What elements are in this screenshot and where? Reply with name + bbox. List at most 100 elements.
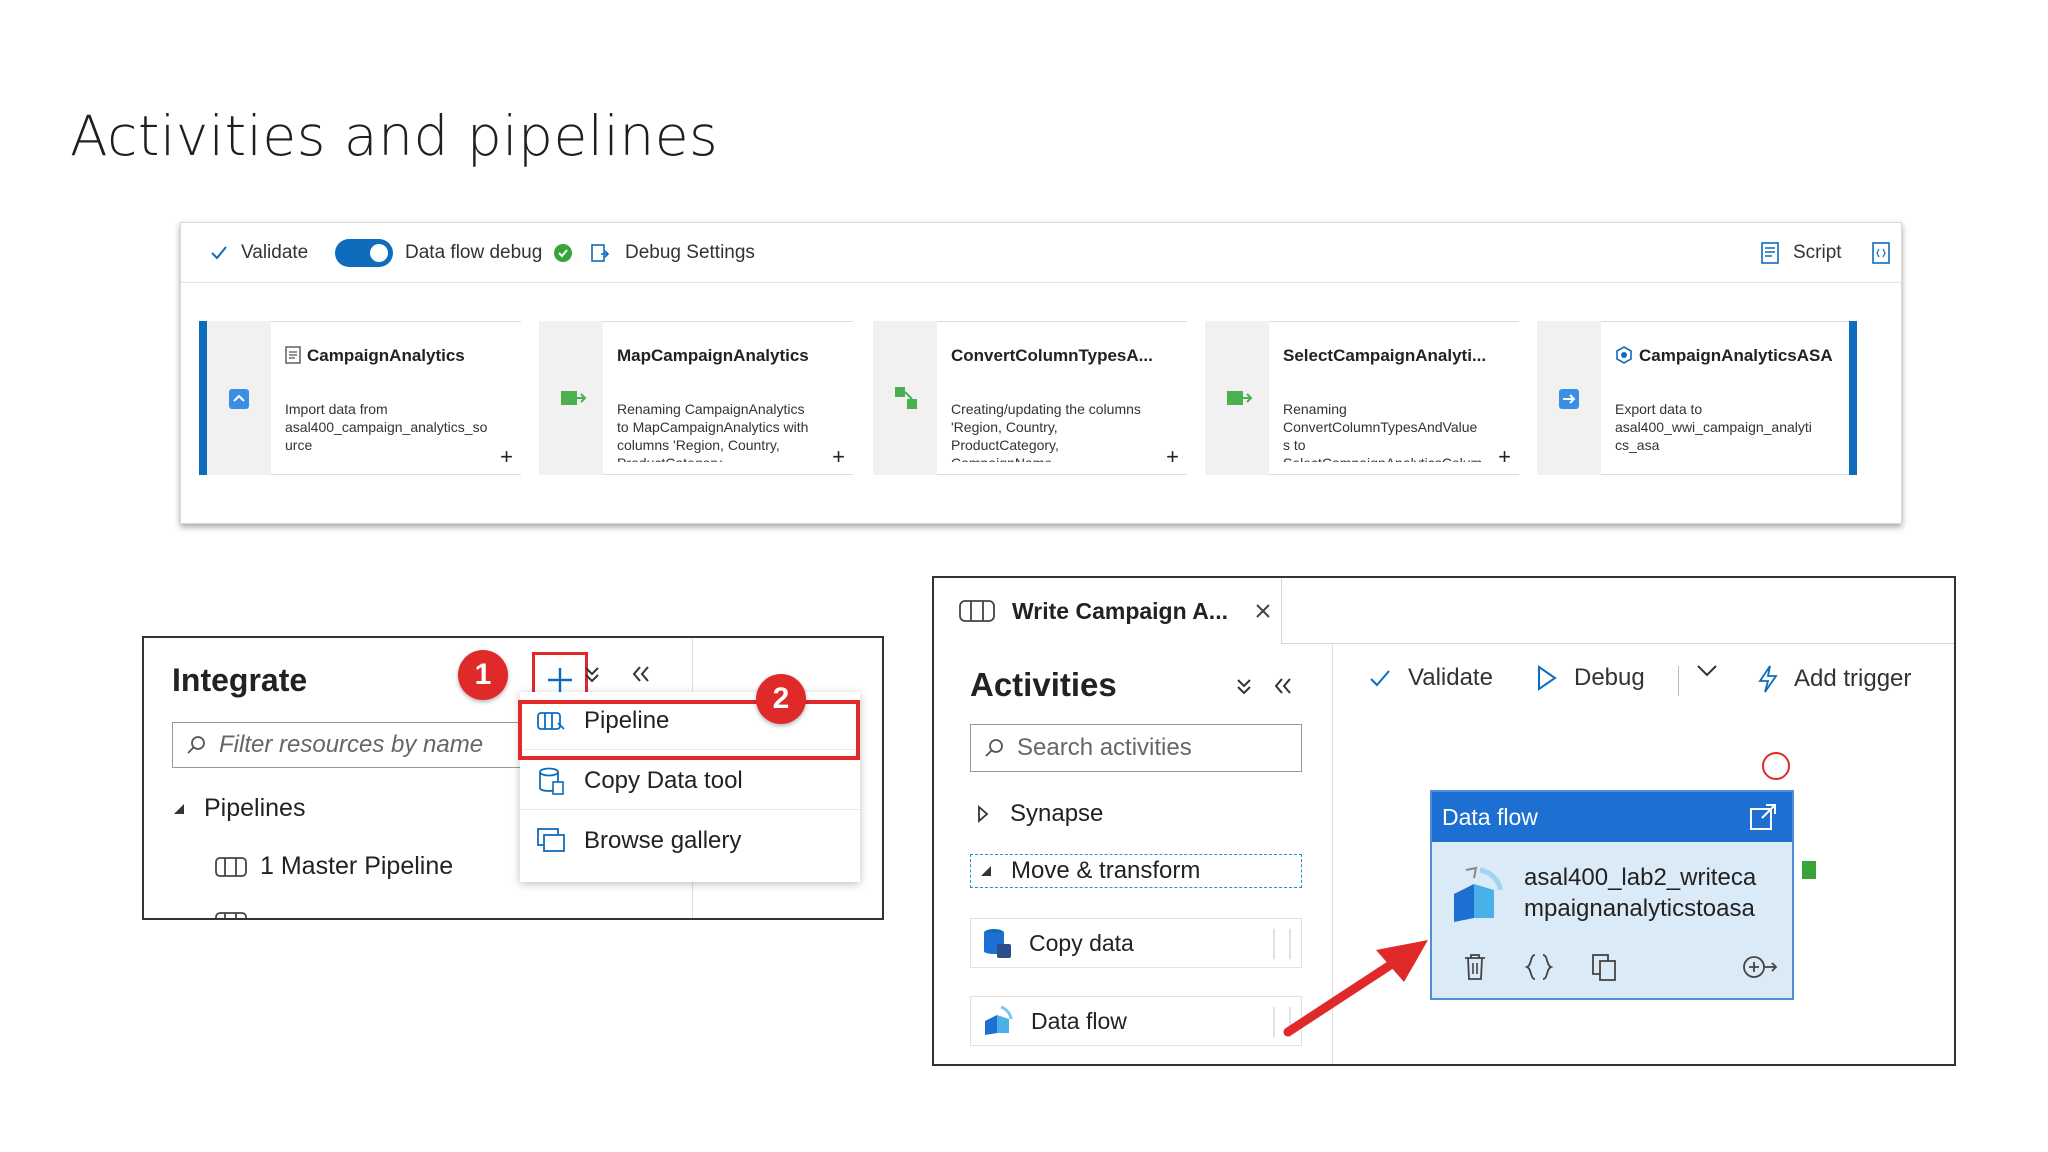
script-button[interactable]: Script bbox=[1759, 241, 1842, 265]
stage-icon-column bbox=[873, 321, 937, 475]
derived-column-icon bbox=[561, 391, 587, 405]
debug-label: Debug bbox=[1574, 664, 1645, 691]
red-pointer-arrow bbox=[1283, 940, 1428, 1037]
filter-placeholder: Filter resources by name bbox=[219, 731, 484, 758]
caret-right-icon bbox=[978, 805, 989, 823]
pipelines-group-header[interactable]: Pipelines bbox=[172, 794, 305, 823]
add-output-icon[interactable] bbox=[1740, 952, 1780, 982]
add-trigger-button[interactable]: Add trigger bbox=[1756, 664, 1911, 694]
collapse-activities-button[interactable] bbox=[1272, 676, 1294, 701]
chevron-down-icon bbox=[1697, 665, 1717, 677]
group-move-transform[interactable]: Move & transform bbox=[970, 854, 1302, 888]
checkmark-icon bbox=[1370, 670, 1390, 687]
card-tools bbox=[1462, 952, 1780, 982]
stage-icon-column bbox=[207, 321, 271, 475]
stage-campaign-analytics-asa[interactable]: CampaignAnalyticsASA Export data to asal… bbox=[1601, 321, 1851, 475]
menu-item-label: Browse gallery bbox=[584, 827, 742, 854]
filter-resources-input[interactable]: Filter resources by name bbox=[172, 722, 534, 768]
validate-button[interactable]: Validate bbox=[209, 241, 308, 265]
tab-strip-line bbox=[1282, 643, 1954, 644]
pipeline-item-master[interactable]: 1 Master Pipeline bbox=[214, 852, 453, 881]
document-icon bbox=[285, 346, 301, 364]
data-flow-debug-toggle[interactable]: Data flow debug bbox=[335, 239, 573, 267]
status-check-icon bbox=[554, 244, 573, 262]
menu-item-browse-gallery[interactable]: Browse gallery bbox=[520, 812, 860, 870]
expand-all-button[interactable] bbox=[582, 664, 602, 691]
stage-description: Creating/updating the columns 'Region, C… bbox=[951, 401, 1141, 462]
copy-icon[interactable] bbox=[1590, 952, 1618, 982]
stage-description: Renaming ConvertColumnTypesAndValue s to… bbox=[1283, 401, 1482, 462]
slide-title: Activities and pipelines bbox=[70, 104, 719, 168]
synapse-icon bbox=[1616, 346, 1632, 364]
pipeline-item-label: 1 Master Pipeline bbox=[260, 852, 454, 880]
menu-item-label: Copy Data tool bbox=[584, 766, 743, 794]
stage-title: ConvertColumnTypesA... bbox=[951, 346, 1153, 365]
data-flow-activity-card[interactable]: Data flow asal400_lab2_writecampaignanal… bbox=[1430, 790, 1794, 1000]
code-braces-icon[interactable] bbox=[1524, 952, 1554, 982]
success-output-port[interactable] bbox=[1802, 861, 1816, 879]
code-view-button[interactable] bbox=[1871, 241, 1891, 265]
integrate-title: Integrate bbox=[172, 662, 308, 698]
group-synapse[interactable]: Synapse bbox=[976, 800, 1103, 828]
flow-start-bar bbox=[199, 321, 207, 475]
search-activities-input[interactable]: Search activities bbox=[970, 724, 1302, 772]
pipeline-validate-button[interactable]: Validate bbox=[1368, 664, 1493, 692]
copy-data-icon bbox=[984, 929, 1011, 958]
source-icon bbox=[229, 389, 249, 409]
select-icon bbox=[1227, 391, 1253, 405]
copy-data-icon bbox=[536, 766, 566, 796]
step-badge-2: 2 bbox=[756, 674, 806, 724]
stage-title: CampaignAnalytics bbox=[285, 346, 465, 366]
card-header: Data flow bbox=[1432, 792, 1792, 842]
data-flow-icon bbox=[1454, 866, 1503, 922]
pipeline-tab[interactable]: Write Campaign A... bbox=[934, 578, 1282, 644]
debug-options-dropdown[interactable] bbox=[1696, 664, 1718, 678]
add-transform-button[interactable]: + bbox=[500, 444, 513, 470]
stage-campaign-analytics[interactable]: CampaignAnalytics Import data from asal4… bbox=[271, 321, 521, 475]
double-chevron-down-icon bbox=[585, 667, 599, 683]
caret-down-icon bbox=[981, 866, 991, 876]
gallery-icon bbox=[536, 826, 566, 856]
stage-select-campaign-analytics[interactable]: SelectCampaignAnalyti... Renaming Conver… bbox=[1269, 321, 1519, 475]
play-icon bbox=[1538, 665, 1557, 691]
pipeline-editor-panel: Write Campaign A... Activities Search ac… bbox=[932, 576, 1956, 1066]
search-icon bbox=[985, 739, 1003, 757]
add-transform-button[interactable]: + bbox=[1498, 444, 1511, 470]
group-label: Move & transform bbox=[1011, 857, 1201, 884]
stage-icon-column bbox=[1537, 321, 1601, 475]
close-icon[interactable] bbox=[1254, 602, 1272, 620]
expand-all-activities-button[interactable] bbox=[1234, 676, 1254, 703]
add-transform-button[interactable]: + bbox=[832, 444, 845, 470]
search-icon bbox=[187, 736, 205, 754]
debug-label: Data flow debug bbox=[405, 242, 543, 263]
open-external-icon[interactable] bbox=[1748, 802, 1778, 832]
stage-description: Export data to asal400_wwi_campaign_anal… bbox=[1615, 401, 1812, 453]
pipeline-icon bbox=[215, 912, 247, 918]
debug-button[interactable]: Debug bbox=[1536, 664, 1645, 692]
stage-icon-column bbox=[1205, 321, 1269, 475]
data-flow-icon bbox=[985, 1005, 1013, 1035]
stage-convert-column-types[interactable]: ConvertColumnTypesA... Creating/updating… bbox=[937, 321, 1187, 475]
menu-item-copy-data-tool[interactable]: Copy Data tool bbox=[520, 752, 860, 810]
toggle-switch[interactable] bbox=[335, 239, 393, 267]
pipeline-highlight-box bbox=[518, 700, 860, 760]
debug-settings-label: Debug Settings bbox=[625, 242, 755, 263]
add-transform-button[interactable]: + bbox=[1166, 444, 1179, 470]
group-label: Synapse bbox=[1010, 800, 1104, 827]
activity-label: Copy data bbox=[1029, 929, 1134, 956]
stage-title: SelectCampaignAnalyti... bbox=[1283, 346, 1487, 365]
add-trigger-label: Add trigger bbox=[1794, 665, 1912, 692]
double-chevron-left-icon bbox=[632, 666, 649, 682]
debug-settings-icon bbox=[591, 244, 610, 262]
stage-map-campaign-analytics[interactable]: MapCampaignAnalytics Renaming CampaignAn… bbox=[603, 321, 853, 475]
checkmark-icon bbox=[211, 246, 227, 260]
validate-label: Validate bbox=[1408, 664, 1493, 691]
stage-description: Import data from asal400_campaign_analyt… bbox=[285, 401, 488, 453]
collapse-panel-button[interactable] bbox=[630, 664, 652, 689]
debug-settings-button[interactable]: Debug Settings bbox=[589, 241, 755, 265]
activity-data-flow[interactable]: Data flow bbox=[970, 996, 1302, 1046]
activity-copy-data[interactable]: Copy data bbox=[970, 918, 1302, 968]
script-icon bbox=[1761, 242, 1779, 264]
pipeline-icon bbox=[215, 856, 247, 877]
delete-icon[interactable] bbox=[1462, 952, 1488, 982]
